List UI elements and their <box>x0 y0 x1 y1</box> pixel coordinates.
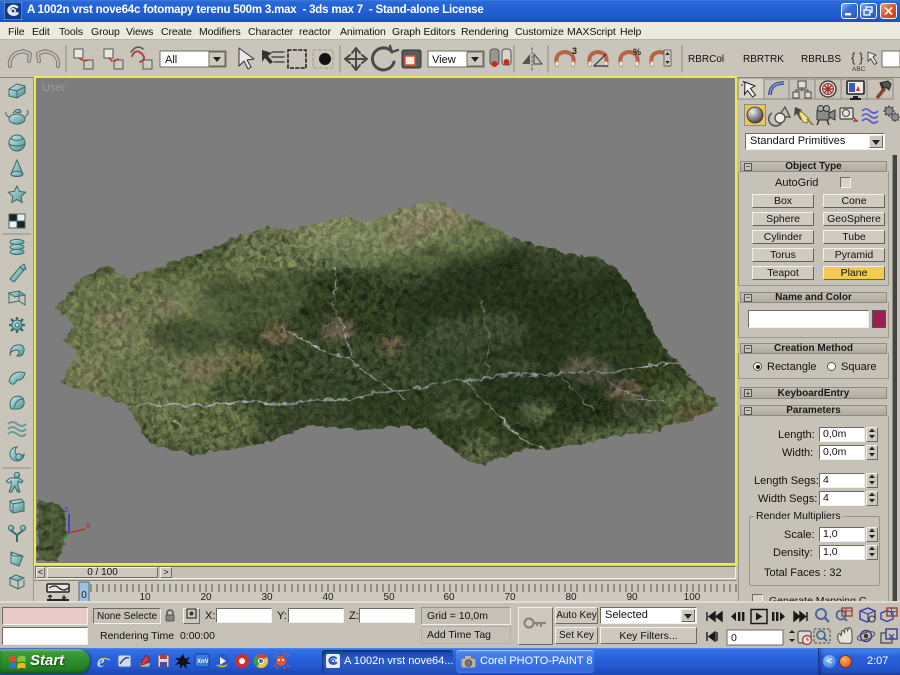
svg-text:0: 0 <box>731 632 737 644</box>
svg-text:{ }: { } <box>851 50 864 65</box>
svg-text:XnV: XnV <box>197 659 209 665</box>
svg-text:RBRLBS: RBRLBS <box>801 54 841 65</box>
svg-text:x: x <box>86 520 91 530</box>
svg-text:RBRCol: RBRCol <box>688 54 724 65</box>
svg-text:3: 3 <box>572 46 577 56</box>
svg-text:z: z <box>64 504 69 514</box>
svg-text:e: e <box>97 652 105 671</box>
svg-text:%: % <box>633 47 641 57</box>
svg-text:RBRTRK: RBRTRK <box>743 54 784 65</box>
svg-text:View: View <box>432 54 456 66</box>
svg-text:All: All <box>165 54 177 66</box>
svg-text:0: 0 <box>81 590 87 601</box>
svg-text:ABC: ABC <box>852 66 866 73</box>
